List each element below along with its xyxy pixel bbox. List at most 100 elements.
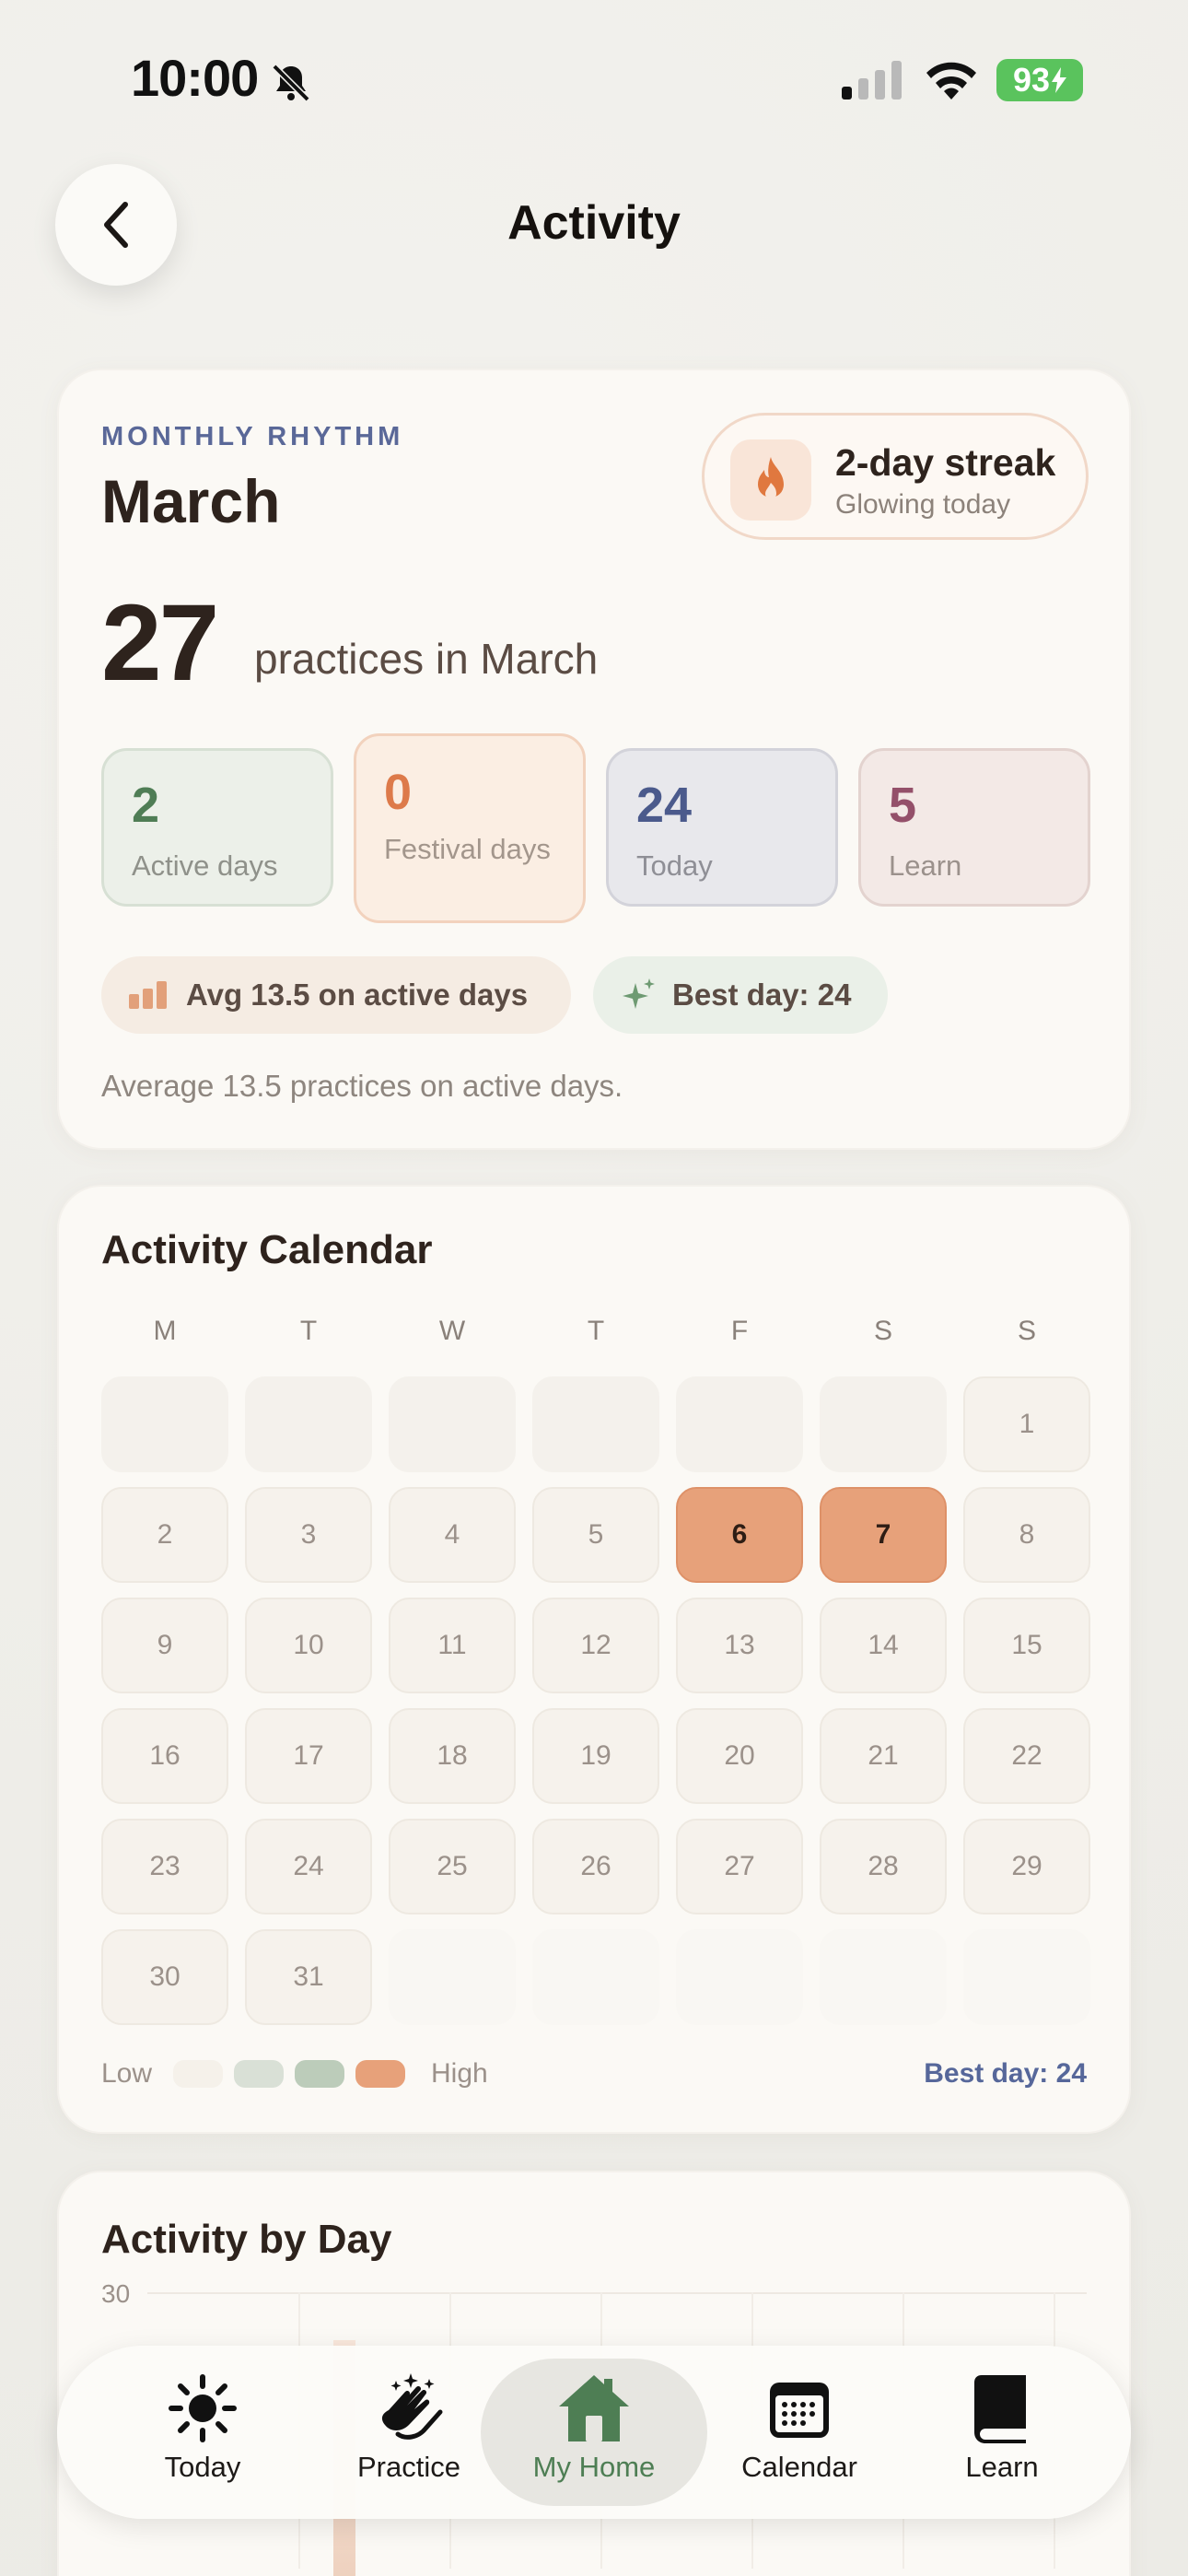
calendar-day-2[interactable]: 2 — [101, 1487, 228, 1583]
weekday-label: T — [587, 1316, 605, 1346]
best-day-label[interactable]: Best day: 24 — [924, 2058, 1087, 2090]
calendar-day-16[interactable]: 16 — [101, 1708, 228, 1804]
clapping-hands-icon — [381, 2373, 443, 2440]
status-bar: 10:00 93 — [0, 0, 1188, 166]
weekday-label: T — [299, 1316, 318, 1346]
calendar-day-31[interactable]: 31 — [245, 1929, 372, 2025]
cellular-signal-icon — [842, 61, 902, 100]
calendar-day-6[interactable]: 6 — [676, 1487, 803, 1583]
streak-title: 2-day streak — [835, 441, 1056, 484]
calendar-day-24[interactable]: 24 — [245, 1819, 372, 1914]
stat-active-days: 2 Active days — [101, 748, 333, 907]
weekday-label: M — [153, 1316, 177, 1346]
legend-swatch-2 — [234, 2060, 284, 2088]
calendar-title: Activity Calendar — [101, 1227, 433, 1272]
legend-low-label: Low — [101, 2058, 153, 2089]
stat-value: 24 — [636, 778, 693, 833]
calendar-empty-cell — [676, 1376, 803, 1472]
calendar-day-17[interactable]: 17 — [245, 1708, 372, 1804]
bar-chart-icon — [129, 981, 167, 1009]
battery-tip — [1076, 72, 1081, 88]
legend-swatch-1 — [173, 2060, 223, 2088]
calendar-day-20[interactable]: 20 — [676, 1708, 803, 1804]
page-title: Activity — [507, 196, 681, 250]
calendar-empty-cell — [245, 1376, 372, 1472]
calendar-day-21[interactable]: 21 — [820, 1708, 947, 1804]
calendar-day-22[interactable]: 22 — [963, 1708, 1090, 1804]
charging-bolt-icon — [1052, 67, 1067, 93]
calendar-day-1[interactable]: 1 — [963, 1376, 1090, 1472]
tab-label: Learn — [965, 2451, 1039, 2483]
calendar-day-23[interactable]: 23 — [101, 1819, 228, 1914]
activity-calendar-card: Activity Calendar Low High Best day: 24 … — [57, 1185, 1131, 2134]
calendar-day-27[interactable]: 27 — [676, 1819, 803, 1914]
stat-learn: 5 Learn — [858, 748, 1090, 907]
streak-icon-box — [730, 439, 811, 521]
monthly-rhythm-card: MONTHLY RHYTHM March 2-day streak Glowin… — [57, 369, 1131, 1150]
bell-muted-icon — [272, 64, 310, 102]
calendar-day-11[interactable]: 11 — [389, 1598, 516, 1693]
streak-badge[interactable]: 2-day streak Glowing today — [702, 413, 1089, 540]
tab-label: Today — [164, 2451, 241, 2483]
legend-swatch-3 — [295, 2060, 344, 2088]
calendar-day-4[interactable]: 4 — [389, 1487, 516, 1583]
stat-value: 2 — [132, 778, 160, 833]
weekday-label: F — [730, 1316, 749, 1346]
practice-count: 27 — [101, 582, 219, 704]
calendar-day-9[interactable]: 9 — [101, 1598, 228, 1693]
tab-today[interactable]: Today — [101, 2346, 304, 2519]
battery-indicator: 93 — [996, 59, 1083, 101]
y-axis-max-label: 30 — [101, 2279, 131, 2308]
calendar-day-3[interactable]: 3 — [245, 1487, 372, 1583]
legend-swatch-4 — [355, 2060, 405, 2088]
tab-label: Practice — [357, 2451, 460, 2483]
weekday-label: S — [873, 1316, 892, 1346]
calendar-empty-cell — [532, 1929, 659, 2025]
streak-subtitle: Glowing today — [835, 489, 1011, 520]
status-time: 10:00 — [131, 49, 259, 107]
tab-calendar[interactable]: Calendar — [698, 2346, 901, 2519]
calendar-empty-cell — [820, 1376, 947, 1472]
calendar-day-5[interactable]: 5 — [532, 1487, 659, 1583]
average-chip: Avg 13.5 on active days — [101, 956, 571, 1034]
calendar-icon — [770, 2383, 829, 2438]
calendar-day-7[interactable]: 7 — [820, 1487, 947, 1583]
calendar-empty-cell — [389, 1376, 516, 1472]
calendar-empty-cell — [820, 1929, 947, 2025]
calendar-empty-cell — [676, 1929, 803, 2025]
calendar-day-30[interactable]: 30 — [101, 1929, 228, 2025]
practice-count-label: practices in March — [254, 635, 599, 683]
month-title: March — [101, 467, 281, 535]
calendar-day-26[interactable]: 26 — [532, 1819, 659, 1914]
calendar-day-18[interactable]: 18 — [389, 1708, 516, 1804]
calendar-day-19[interactable]: 19 — [532, 1708, 659, 1804]
stat-label: Learn — [889, 849, 962, 882]
calendar-day-8[interactable]: 8 — [963, 1487, 1090, 1583]
battery-level: 93 — [1012, 61, 1051, 99]
calendar-day-14[interactable]: 14 — [820, 1598, 947, 1693]
calendar-day-12[interactable]: 12 — [532, 1598, 659, 1693]
stat-label: Today — [636, 849, 713, 882]
calendar-day-28[interactable]: 28 — [820, 1819, 947, 1914]
tab-my-home[interactable]: My Home — [493, 2346, 695, 2519]
home-icon — [559, 2375, 629, 2441]
calendar-day-15[interactable]: 15 — [963, 1598, 1090, 1693]
sparkle-icon — [623, 978, 655, 1009]
stat-today: 24 Today — [606, 748, 838, 907]
gridline — [147, 2292, 1087, 2294]
calendar-day-25[interactable]: 25 — [389, 1819, 516, 1914]
flame-icon — [758, 457, 784, 499]
stat-value: 0 — [384, 765, 413, 820]
legend-high-label: High — [431, 2058, 488, 2089]
tab-bar: Today Practice My Home Calendar Learn — [57, 2346, 1131, 2519]
tab-practice[interactable]: Practice — [308, 2346, 510, 2519]
tab-label: My Home — [532, 2451, 656, 2483]
activity-by-day-title: Activity by Day — [101, 2217, 392, 2262]
calendar-day-29[interactable]: 29 — [963, 1819, 1090, 1914]
calendar-day-13[interactable]: 13 — [676, 1598, 803, 1693]
tab-label: Calendar — [741, 2451, 857, 2483]
weekday-label: S — [1017, 1316, 1036, 1346]
calendar-day-10[interactable]: 10 — [245, 1598, 372, 1693]
stat-label: Active days — [132, 849, 278, 882]
tab-learn[interactable]: Learn — [901, 2346, 1103, 2519]
